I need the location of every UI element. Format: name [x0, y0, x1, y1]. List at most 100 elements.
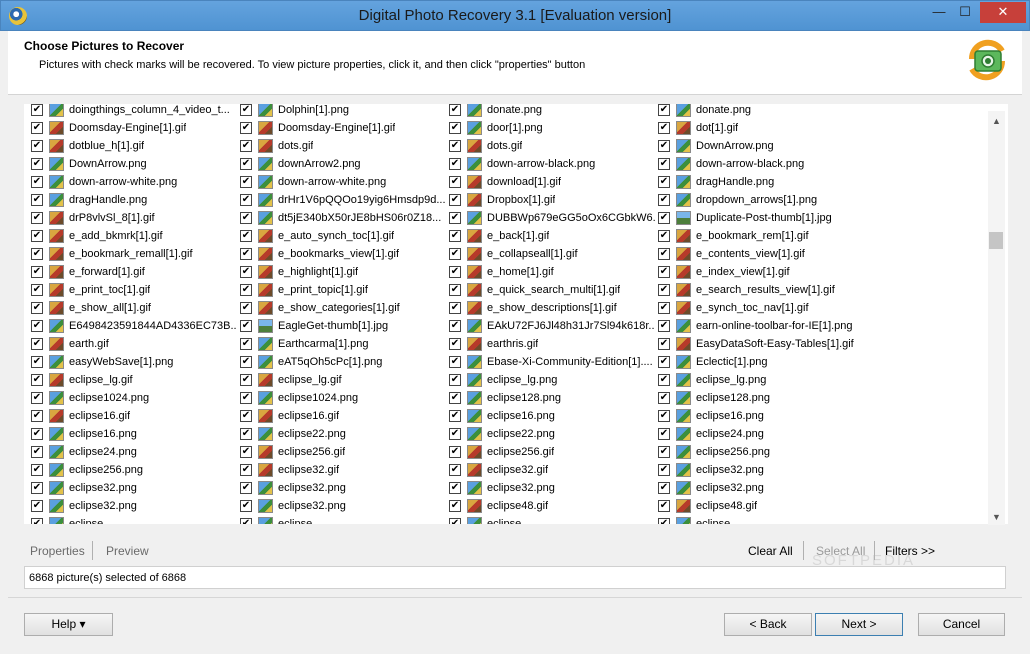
picture-checkbox[interactable]: ✔	[31, 212, 43, 224]
picture-checkbox[interactable]: ✔	[31, 500, 43, 512]
picture-checkbox[interactable]: ✔	[240, 518, 252, 524]
picture-item[interactable]: ✔ e_quick_search_multi[1].gif	[446, 281, 651, 299]
picture-item[interactable]: ✔ dot[1].gif	[655, 119, 860, 137]
picture-checkbox[interactable]: ✔	[658, 194, 670, 206]
picture-checkbox[interactable]: ✔	[240, 284, 252, 296]
picture-checkbox[interactable]: ✔	[31, 248, 43, 260]
picture-item[interactable]: ✔ e_contents_view[1].gif	[655, 245, 860, 263]
picture-item[interactable]: ✔ e_bookmark_rem[1].gif	[655, 227, 860, 245]
tab-preview[interactable]: Preview	[106, 544, 149, 558]
picture-item[interactable]: ✔ eclipse32.png	[655, 461, 860, 479]
picture-checkbox[interactable]: ✔	[240, 464, 252, 476]
picture-checkbox[interactable]: ✔	[449, 338, 461, 350]
picture-checkbox[interactable]: ✔	[449, 392, 461, 404]
scrollbar-thumb[interactable]	[989, 232, 1003, 249]
picture-item[interactable]: ✔ e_highlight[1].gif	[237, 263, 442, 281]
picture-item[interactable]: ✔ dropdown_arrows[1].png	[655, 191, 860, 209]
picture-checkbox[interactable]: ✔	[240, 212, 252, 224]
picture-item[interactable]: ✔ dots.gif	[237, 137, 442, 155]
picture-checkbox[interactable]: ✔	[658, 464, 670, 476]
picture-checkbox[interactable]: ✔	[31, 176, 43, 188]
picture-checkbox[interactable]: ✔	[31, 464, 43, 476]
picture-item[interactable]: ✔ eclipse1024.png	[28, 389, 233, 407]
picture-checkbox[interactable]: ✔	[240, 194, 252, 206]
picture-item[interactable]: ✔ eclipse16.png	[655, 407, 860, 425]
picture-checkbox[interactable]: ✔	[449, 356, 461, 368]
picture-checkbox[interactable]: ✔	[240, 230, 252, 242]
picture-item[interactable]: ✔ eclipse256.png	[28, 461, 233, 479]
picture-checkbox[interactable]: ✔	[31, 284, 43, 296]
picture-item[interactable]: ✔ e_collapseall[1].gif	[446, 245, 651, 263]
picture-item[interactable]: ✔ EAkU72FJ6Jl48h31Jr7Sl94k618r...	[446, 317, 655, 335]
picture-checkbox[interactable]: ✔	[240, 356, 252, 368]
picture-checkbox[interactable]: ✔	[449, 500, 461, 512]
picture-item[interactable]: ✔ e_index_view[1].gif	[655, 263, 860, 281]
picture-checkbox[interactable]: ✔	[449, 410, 461, 422]
picture-item[interactable]: ✔ download[1].gif	[446, 173, 651, 191]
picture-item[interactable]: ✔ down-arrow-black.png	[655, 155, 860, 173]
picture-checkbox[interactable]: ✔	[449, 140, 461, 152]
picture-checkbox[interactable]: ✔	[449, 158, 461, 170]
picture-checkbox[interactable]: ✔	[658, 338, 670, 350]
picture-item[interactable]: ✔ door[1].png	[446, 119, 651, 137]
next-button[interactable]: Next >	[815, 613, 903, 636]
picture-item[interactable]: ✔ Doomsday-Engine[1].gif	[28, 119, 233, 137]
picture-checkbox[interactable]: ✔	[240, 302, 252, 314]
picture-item[interactable]: ✔ eclipse22.png	[446, 425, 651, 443]
back-button[interactable]: < Back	[724, 613, 812, 636]
picture-item[interactable]: ✔ eclipse_lg.gif	[237, 371, 442, 389]
picture-item[interactable]: ✔ eclipse24.png	[28, 443, 233, 461]
picture-checkbox[interactable]: ✔	[449, 374, 461, 386]
picture-checkbox[interactable]: ✔	[658, 176, 670, 188]
picture-checkbox[interactable]: ✔	[658, 266, 670, 278]
picture-item[interactable]: ✔ earthris.gif	[446, 335, 651, 353]
picture-item[interactable]: ✔ down-arrow-black.png	[446, 155, 651, 173]
picture-item[interactable]: ✔ eclipse...	[28, 515, 233, 524]
picture-item[interactable]: ✔ e_search_results_view[1].gif	[655, 281, 860, 299]
picture-item[interactable]: ✔ e_print_toc[1].gif	[28, 281, 233, 299]
picture-item[interactable]: ✔ e_bookmarks_view[1].gif	[237, 245, 442, 263]
picture-checkbox[interactable]: ✔	[31, 374, 43, 386]
picture-checkbox[interactable]: ✔	[240, 176, 252, 188]
picture-checkbox[interactable]: ✔	[240, 140, 252, 152]
picture-item[interactable]: ✔ dragHandle.png	[28, 191, 233, 209]
picture-item[interactable]: ✔ eclipse128.png	[446, 389, 651, 407]
picture-checkbox[interactable]: ✔	[449, 104, 461, 116]
picture-item[interactable]: ✔ e_print_topic[1].gif	[237, 281, 442, 299]
picture-item[interactable]: ✔ down-arrow-white.png	[28, 173, 233, 191]
picture-checkbox[interactable]: ✔	[449, 266, 461, 278]
picture-checkbox[interactable]: ✔	[31, 356, 43, 368]
picture-checkbox[interactable]: ✔	[658, 446, 670, 458]
picture-item[interactable]: ✔ down-arrow-white.png	[237, 173, 442, 191]
picture-checkbox[interactable]: ✔	[658, 122, 670, 134]
picture-item[interactable]: ✔ e_synch_toc_nav[1].gif	[655, 299, 860, 317]
picture-item[interactable]: ✔ eclipse_lg.png	[655, 371, 860, 389]
picture-checkbox[interactable]: ✔	[31, 482, 43, 494]
picture-item[interactable]: ✔ e_forward[1].gif	[28, 263, 233, 281]
picture-checkbox[interactable]: ✔	[240, 374, 252, 386]
picture-item[interactable]: ✔ eclipse48.gif	[655, 497, 860, 515]
picture-checkbox[interactable]: ✔	[658, 104, 670, 116]
picture-checkbox[interactable]: ✔	[658, 212, 670, 224]
picture-item[interactable]: ✔ eclipse16.png	[446, 407, 651, 425]
picture-checkbox[interactable]: ✔	[658, 410, 670, 422]
picture-item[interactable]: ✔ eclipse32.png	[28, 479, 233, 497]
picture-checkbox[interactable]: ✔	[31, 302, 43, 314]
picture-checkbox[interactable]: ✔	[449, 428, 461, 440]
picture-checkbox[interactable]: ✔	[240, 122, 252, 134]
picture-checkbox[interactable]: ✔	[240, 266, 252, 278]
picture-checkbox[interactable]: ✔	[240, 500, 252, 512]
picture-item[interactable]: ✔ Ebase-Xi-Community-Edition[1]....	[446, 353, 653, 371]
picture-item[interactable]: ✔ eclipse32.png	[237, 479, 442, 497]
picture-checkbox[interactable]: ✔	[240, 392, 252, 404]
filters-button[interactable]: Filters >>	[885, 544, 935, 558]
picture-checkbox[interactable]: ✔	[31, 194, 43, 206]
picture-item[interactable]: ✔ eclipse...	[237, 515, 442, 524]
picture-item[interactable]: ✔ e_bookmark_remall[1].gif	[28, 245, 233, 263]
picture-item[interactable]: ✔ eAT5qOh5cPc[1].png	[237, 353, 442, 371]
picture-item[interactable]: ✔ doingthings_column_4_video_t...	[28, 104, 233, 119]
cancel-button[interactable]: Cancel	[918, 613, 1005, 636]
picture-item[interactable]: ✔ e_show_categories[1].gif	[237, 299, 442, 317]
picture-item[interactable]: ✔ eclipse128.png	[655, 389, 860, 407]
picture-item[interactable]: ✔ DownArrow.png	[28, 155, 233, 173]
